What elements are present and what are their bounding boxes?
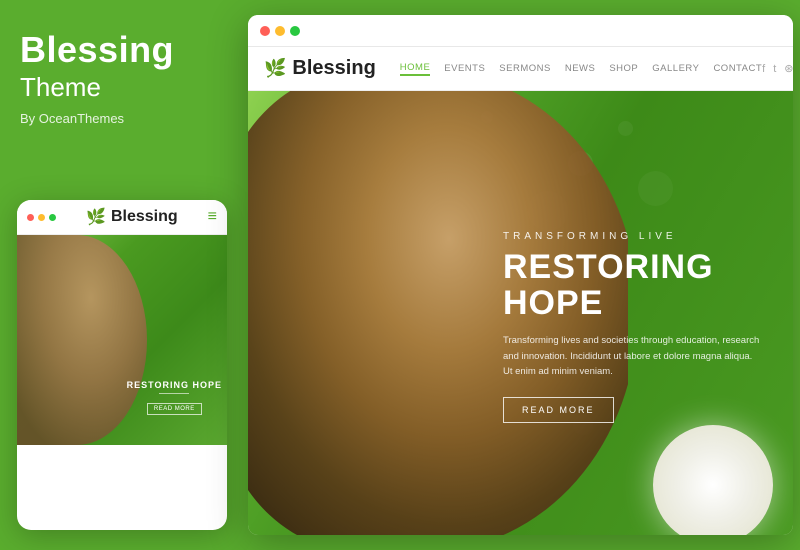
rss-icon[interactable]: ⊛ xyxy=(784,62,793,75)
mobile-dot-yellow xyxy=(38,214,45,221)
nav-gallery[interactable]: GALLERY xyxy=(652,63,699,74)
hero-description: Transforming lives and societies through… xyxy=(503,333,763,379)
mobile-bottom xyxy=(17,445,227,505)
mobile-header: 🌿 Blessing ≡ xyxy=(17,200,227,235)
mobile-leaf-icon: 🌿 xyxy=(86,207,106,227)
hero-main-title: RESTORING HOPE xyxy=(503,250,763,321)
desktop-dot-green xyxy=(290,26,300,36)
facebook-icon[interactable]: f xyxy=(762,63,765,75)
dandelion-circle xyxy=(653,425,773,535)
theme-subtitle: Theme xyxy=(20,72,225,103)
desktop-hero: TRANSFORMING LIVE RESTORING HOPE Transfo… xyxy=(248,91,793,535)
mobile-dot-green xyxy=(49,214,56,221)
desktop-window-bar xyxy=(248,15,793,47)
desktop-navbar: 🌿 Blessing HOME EVENTS SERMONS NEWS SHOP… xyxy=(248,47,793,91)
desktop-dot-yellow xyxy=(275,26,285,36)
nav-sermons[interactable]: SERMONS xyxy=(499,63,551,74)
mobile-divider xyxy=(159,393,189,394)
mobile-mockup: 🌿 Blessing ≡ RESTORING HOPE READ MORE xyxy=(17,200,227,530)
nav-events[interactable]: EVENTS xyxy=(444,63,485,74)
desktop-nav-menu: HOME EVENTS SERMONS NEWS SHOP GALLERY CO… xyxy=(400,62,762,76)
desktop-dot-red xyxy=(260,26,270,36)
nav-news[interactable]: NEWS xyxy=(565,63,596,74)
theme-author: By OceanThemes xyxy=(20,111,225,126)
hero-supertitle: TRANSFORMING LIVE xyxy=(503,231,763,242)
mobile-logo-text: Blessing xyxy=(111,208,178,226)
bokeh-3 xyxy=(638,171,673,206)
mobile-menu-icon[interactable]: ≡ xyxy=(208,208,217,226)
mobile-dot-red xyxy=(27,214,34,221)
twitter-icon[interactable]: t xyxy=(773,63,776,75)
mobile-window-controls xyxy=(27,214,56,221)
desktop-leaf-icon: 🌿 xyxy=(264,58,286,79)
mobile-hero-title: RESTORING HOPE xyxy=(127,380,222,390)
mobile-logo: 🌿 Blessing xyxy=(86,207,178,227)
social-links: f t ⊛ g+ ✉ xyxy=(762,62,793,75)
mobile-read-more-button[interactable]: READ MORE xyxy=(147,403,202,415)
nav-home[interactable]: HOME xyxy=(400,62,431,76)
hero-text-overlay: TRANSFORMING LIVE RESTORING HOPE Transfo… xyxy=(503,231,763,423)
mobile-hero-image: RESTORING HOPE READ MORE xyxy=(17,235,227,445)
desktop-mockup: 🌿 Blessing HOME EVENTS SERMONS NEWS SHOP… xyxy=(248,15,793,535)
desktop-logo-text: Blessing xyxy=(292,57,375,80)
nav-contact[interactable]: CONTACT xyxy=(713,63,762,74)
theme-title: Blessing xyxy=(20,30,225,70)
hero-cta-button[interactable]: READ MORE xyxy=(503,397,614,423)
mobile-hero-text: RESTORING HOPE READ MORE xyxy=(127,380,222,415)
desktop-logo: 🌿 Blessing xyxy=(264,57,376,80)
desktop-window-controls xyxy=(260,26,300,36)
nav-shop[interactable]: SHOP xyxy=(609,63,638,74)
